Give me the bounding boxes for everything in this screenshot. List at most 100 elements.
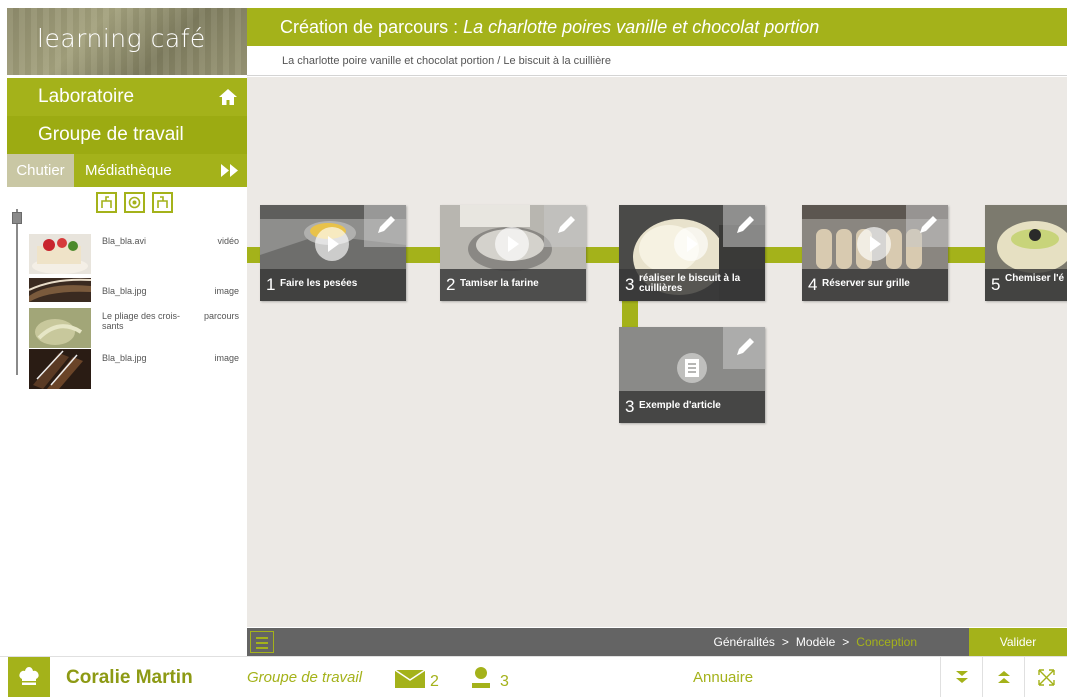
workflow-steps: Généralités > Modèle > Conception [714, 628, 917, 656]
annuaire-link[interactable]: Annuaire [693, 657, 753, 697]
file-type: image [214, 286, 239, 296]
export-icon [157, 196, 168, 208]
tab-chutier[interactable]: Chutier [7, 154, 74, 187]
pencil-icon [737, 216, 754, 233]
file-name: Le pliage des crois-sants [102, 311, 181, 331]
list-scroll-handle[interactable] [12, 212, 22, 224]
step-card[interactable]: 5 Chemiser l'é et détailler [985, 205, 1067, 301]
pencil-icon [737, 338, 754, 355]
import-button[interactable] [96, 192, 117, 213]
step-label: 2 Tamiser la farine [440, 269, 586, 301]
avatar[interactable] [8, 657, 50, 697]
fullscreen-button[interactable] [1024, 657, 1066, 697]
file-type: parcours [203, 311, 239, 321]
list-item[interactable]: Bla_bla.avi vidéo [28, 231, 240, 274]
user-name[interactable]: Coralie Martin [66, 657, 193, 697]
envelope-icon [395, 670, 425, 688]
file-type: vidéo [217, 236, 239, 246]
view-button[interactable] [124, 192, 145, 213]
collapse-up-button[interactable] [982, 657, 1024, 697]
tab-mediatheque[interactable]: Médiathèque [85, 154, 172, 187]
page-header: Création de parcours : La charlotte poir… [247, 8, 1067, 76]
step-number: 3 [625, 275, 635, 294]
file-name: Bla_bla.jpg [102, 353, 147, 363]
pencil-icon [378, 216, 395, 233]
step-number: 3 [625, 397, 635, 416]
footer-bar: Coralie Martin Groupe de travail 2 3 Ann… [0, 656, 1067, 697]
step-label: 3 réaliser le biscuit à la cuillières [619, 269, 765, 301]
step-label: 3 Exemple d'article [619, 391, 765, 423]
course-canvas[interactable]: 1 Faire les pesées 2 Tamiser la farine 3… [247, 77, 1067, 627]
file-list: Bla_bla.avi vidéo Bla_bla.jpg image Le p… [28, 231, 240, 391]
list-item[interactable]: Bla_bla.jpg image [28, 349, 240, 391]
page-title: Création de parcours : La charlotte poir… [247, 8, 1067, 46]
step-card[interactable]: 3 réaliser le biscuit à la cuillières [619, 205, 765, 301]
edit-button[interactable] [544, 205, 586, 247]
pencil-icon [558, 216, 575, 233]
home-icon[interactable] [218, 87, 238, 107]
play-icon[interactable] [315, 227, 349, 261]
step-title: réaliser le biscuit à la cuillières [639, 273, 741, 294]
step-title: Exemple d'article [639, 400, 721, 411]
list-scrollbar[interactable] [16, 209, 18, 375]
play-icon[interactable] [857, 227, 891, 261]
edit-button[interactable] [906, 205, 948, 247]
collapse-down-button[interactable] [940, 657, 982, 697]
nav-groupe-de-travail[interactable]: Groupe de travail [7, 116, 247, 154]
article-icon [677, 353, 707, 383]
file-type: image [214, 353, 239, 363]
step-title: Chemiser l'é et détailler [1005, 273, 1067, 284]
play-icon[interactable] [495, 227, 529, 261]
page-title-course: La charlotte poires vanille et chocolat … [463, 17, 820, 37]
step-number: 1 [266, 275, 276, 294]
sidebar-tabs: Chutier Médiathèque [7, 154, 247, 187]
double-chevron-down-icon [956, 671, 968, 683]
valider-button[interactable]: Valider [969, 628, 1067, 656]
step-card[interactable]: 2 Tamiser la farine [440, 205, 586, 301]
play-icon[interactable] [674, 227, 708, 261]
step-number: 2 [446, 275, 456, 294]
double-arrow-right-icon[interactable] [221, 164, 238, 177]
edit-button[interactable] [364, 205, 406, 247]
app-logo[interactable]: learning café [7, 8, 247, 75]
group-link[interactable]: Groupe de travail [247, 657, 362, 697]
step-label: 1 Faire les pesées [260, 269, 406, 301]
step-separator: > [781, 635, 789, 649]
file-thumbnail [29, 308, 91, 348]
export-button[interactable] [152, 192, 173, 213]
article-card[interactable]: 3 Exemple d'article [619, 327, 765, 423]
nav-laboratoire-label: Laboratoire [38, 86, 135, 107]
step-separator: > [842, 635, 850, 649]
logo-text: learning café [37, 24, 206, 53]
expand-arrows-icon [1038, 669, 1055, 686]
step-card[interactable]: 4 Réserver sur grille [802, 205, 948, 301]
step-number: 5 [991, 275, 1001, 294]
step-label: 5 Chemiser l'é et détailler [985, 269, 1067, 301]
menu-button[interactable] [250, 631, 274, 653]
branch-connector [622, 299, 638, 327]
step-title: Réserver sur grille [822, 278, 910, 289]
step-title: Tamiser la farine [460, 278, 539, 289]
step-number: 4 [808, 275, 818, 294]
step-card[interactable]: 1 Faire les pesées [260, 205, 406, 301]
user-icon [472, 667, 490, 688]
double-chevron-up-icon [998, 671, 1010, 683]
users-count: 3 [500, 673, 509, 690]
file-thumbnail [29, 349, 91, 389]
list-item[interactable]: Le pliage des crois-sants parcours [28, 307, 240, 349]
page-title-prefix: Création de parcours : [280, 17, 464, 37]
step-conception[interactable]: Conception [856, 635, 917, 649]
edit-button[interactable] [723, 205, 765, 247]
step-label: 4 Réserver sur grille [802, 269, 948, 301]
step-modele[interactable]: Modèle [796, 635, 835, 649]
sidebar: learning café Laboratoire Groupe de trav… [0, 0, 247, 656]
edit-button[interactable] [723, 327, 765, 369]
nav-laboratoire[interactable]: Laboratoire [7, 78, 247, 116]
messages-count: 2 [430, 673, 439, 690]
file-thumbnail [29, 234, 91, 274]
pencil-icon [920, 216, 937, 233]
chef-hat-icon [19, 667, 39, 685]
list-item[interactable]: Bla_bla.jpg image [28, 272, 240, 307]
step-generalites[interactable]: Généralités [714, 635, 775, 649]
file-name: Bla_bla.avi [102, 236, 147, 246]
